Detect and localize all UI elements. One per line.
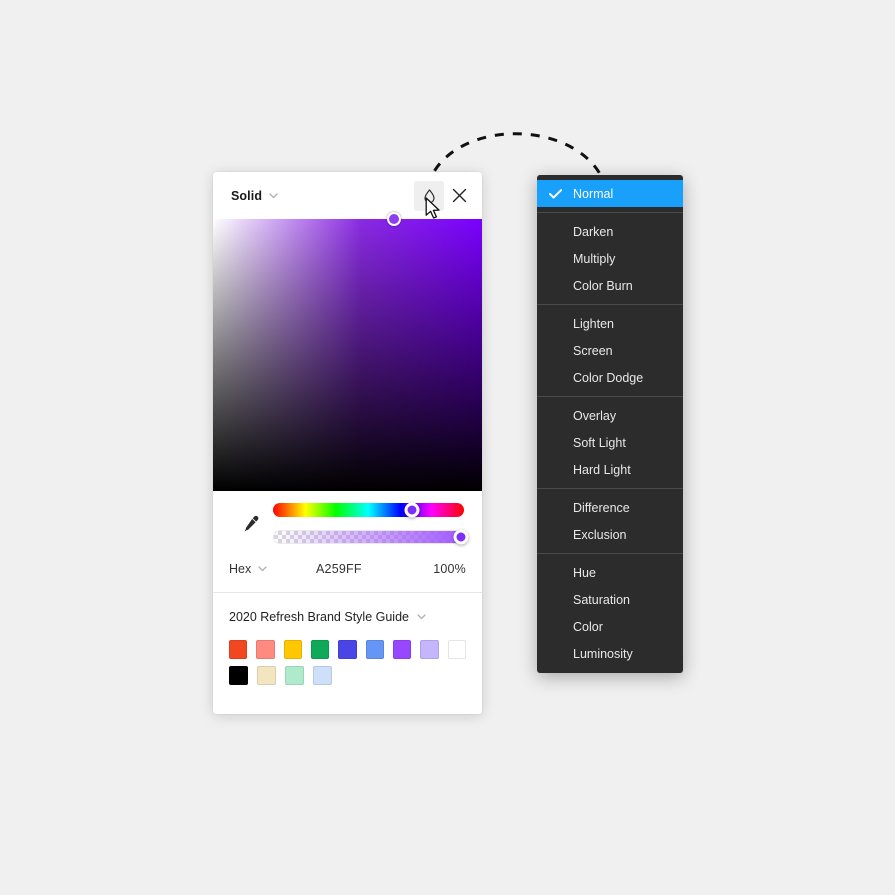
style-guide-section: 2020 Refresh Brand Style Guide [213, 593, 482, 714]
color-swatch[interactable] [256, 640, 275, 659]
color-swatch[interactable] [365, 640, 384, 659]
color-swatch[interactable] [285, 666, 304, 685]
menu-item-saturation[interactable]: Saturation [537, 586, 683, 613]
menu-item-multiply[interactable]: Multiply [537, 245, 683, 272]
paint-type-label[interactable]: Solid [231, 189, 262, 203]
menu-item-label: Color Burn [573, 278, 633, 293]
picker-header: Solid [213, 172, 482, 219]
menu-item-label: Overlay [573, 408, 617, 423]
menu-item-label: Saturation [573, 592, 630, 607]
alpha-slider-handle[interactable] [453, 529, 469, 545]
close-icon[interactable] [444, 181, 474, 211]
menu-item-soft-light[interactable]: Soft Light [537, 429, 683, 456]
color-swatch[interactable] [447, 640, 466, 659]
color-swatch[interactable] [420, 640, 439, 659]
color-swatch[interactable] [338, 640, 357, 659]
color-format-label: Hex [229, 562, 252, 576]
menu-item-color-burn[interactable]: Color Burn [537, 272, 683, 299]
menu-item-normal[interactable]: Normal [537, 180, 683, 207]
sliders-row [213, 491, 482, 548]
color-swatch[interactable] [283, 640, 302, 659]
menu-item-label: Multiply [573, 251, 616, 266]
style-guide-name: 2020 Refresh Brand Style Guide [229, 610, 409, 624]
check-icon [549, 188, 573, 199]
color-picker-panel: Solid Hex A259FF 100% 2020 Refresh Brand… [213, 172, 482, 714]
menu-item-label: Exclusion [573, 527, 627, 542]
menu-separator [537, 553, 683, 554]
chevron-down-icon[interactable] [258, 566, 267, 572]
blend-mode-menu: Normal Darken Multiply Color Burn Lighten Scr… [537, 175, 683, 673]
swatch-grid [229, 640, 466, 685]
chevron-down-icon[interactable] [269, 192, 278, 199]
menu-item-label: Screen [573, 343, 613, 358]
menu-item-color-dodge[interactable]: Color Dodge [537, 364, 683, 391]
color-swatch[interactable] [229, 666, 248, 685]
color-swatch[interactable] [392, 640, 412, 659]
hue-slider-handle[interactable] [404, 502, 420, 518]
menu-separator [537, 488, 683, 489]
menu-item-overlay[interactable]: Overlay [537, 402, 683, 429]
menu-item-label: Color Dodge [573, 370, 644, 385]
saturation-value-area[interactable] [213, 212, 482, 491]
hex-input[interactable]: A259FF [301, 562, 433, 576]
menu-item-hue[interactable]: Hue [537, 559, 683, 586]
menu-separator [537, 304, 683, 305]
color-value-row: Hex A259FF 100% [213, 548, 482, 592]
chevron-down-icon[interactable] [417, 614, 426, 620]
menu-item-label: Hard Light [573, 462, 631, 477]
hue-slider[interactable] [273, 502, 464, 518]
slider-stack [273, 502, 469, 545]
menu-item-label: Soft Light [573, 435, 626, 450]
menu-item-label: Hue [573, 565, 596, 580]
menu-item-label: Difference [573, 500, 630, 515]
menu-item-difference[interactable]: Difference [537, 494, 683, 521]
menu-item-luminosity[interactable]: Luminosity [537, 640, 683, 667]
menu-item-darken[interactable]: Darken [537, 218, 683, 245]
menu-item-label: Normal [573, 186, 614, 201]
menu-separator [537, 396, 683, 397]
style-guide-selector[interactable]: 2020 Refresh Brand Style Guide [229, 610, 466, 624]
droplet-icon[interactable] [414, 180, 444, 211]
menu-item-exclusion[interactable]: Exclusion [537, 521, 683, 548]
saturation-value-handle[interactable] [387, 212, 401, 226]
color-format-selector[interactable]: Hex [229, 562, 301, 576]
color-swatch[interactable] [310, 640, 330, 659]
color-swatch[interactable] [313, 666, 332, 685]
menu-item-label: Color [573, 619, 603, 634]
color-swatch[interactable] [257, 666, 276, 685]
swatch-row [229, 640, 466, 659]
menu-item-hard-light[interactable]: Hard Light [537, 456, 683, 483]
eyedropper-icon[interactable] [229, 513, 273, 535]
alpha-slider[interactable] [273, 529, 469, 545]
menu-item-lighten[interactable]: Lighten [537, 310, 683, 337]
opacity-input[interactable]: 100% [433, 562, 466, 576]
swatch-row [229, 666, 466, 685]
menu-item-label: Lighten [573, 316, 615, 331]
menu-item-label: Luminosity [573, 646, 633, 661]
color-swatch[interactable] [229, 640, 248, 659]
menu-separator [537, 212, 683, 213]
menu-item-label: Darken [573, 224, 614, 239]
menu-item-color[interactable]: Color [537, 613, 683, 640]
menu-item-screen[interactable]: Screen [537, 337, 683, 364]
